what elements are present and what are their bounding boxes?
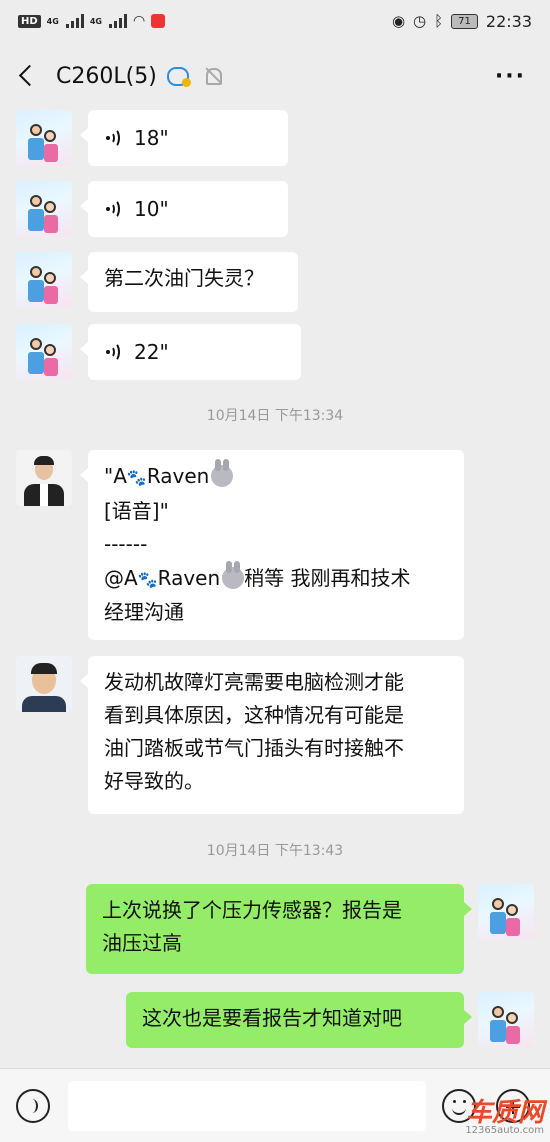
mention-prefix: @A [104,565,138,590]
status-right: ◉ ◷ ᛒ 71 22:33 [392,12,532,31]
text-message-sent[interactable]: 上次说换了个压力传感器？报告是 油压过高 [86,884,472,974]
watermark-main: 车质网 [465,1098,544,1128]
network-label-2: 4G [89,16,102,26]
message-line: 经理沟通 [104,600,184,624]
voice-message[interactable]: 10" [80,181,288,237]
message-line: 看到具体原因，这种情况有可能是 [104,703,404,727]
text-message-sent[interactable]: 这次也是要看报告才知道对吧 [126,992,472,1048]
message-line: [语音]" [104,498,169,523]
text-message[interactable]: "A🐾Raven [语音]" ------ @A🐾Raven 稍等 我刚再和技术 … [80,450,464,640]
message-text: 稍等 我刚再和技术 [244,565,411,590]
back-button[interactable] [12,61,42,91]
message-line: ------ [104,532,148,556]
message-line: 油压过高 [102,931,182,955]
chat-title: C260L(5) [56,63,157,89]
alarm-icon: ◷ [413,12,427,30]
voice-message[interactable]: 18" [80,110,288,166]
avatar[interactable] [16,450,72,506]
paw-emoji-icon: 🐾 [137,569,158,589]
rabbit-emoji-icon [222,560,245,589]
signal-icon [65,14,84,28]
message-line: 好导致的。 [104,769,204,793]
avatar[interactable] [478,884,534,940]
timestamp: 10月14日 下午13:34 [206,408,344,424]
voice-duration: 10" [134,196,169,221]
message-input[interactable] [68,1081,426,1131]
network-label-1: 4G [46,16,59,26]
eye-icon: ◉ [391,12,406,30]
message-line: 油门踏板或节气门插头有时接触不 [104,736,404,760]
input-bar: 车质网 12365auto.com [0,1068,550,1142]
message-line: "A🐾Raven [104,459,448,495]
voice-duration: 22" [134,339,169,364]
watermark-logo: 车质网 12365auto.com [465,1100,544,1136]
message-text: 第二次油门失灵？ [104,266,264,290]
avatar[interactable] [16,110,72,166]
paw-emoji-icon: 🐾 [126,468,147,487]
voice-wave-icon [104,128,124,148]
message-line: 发动机故障灯亮需要电脑检测才能 [104,670,404,694]
quote-name: Raven [146,464,210,488]
notification-app-icon [151,14,166,28]
more-options-button[interactable]: ··· [495,64,526,89]
timestamp: 10月14日 下午13:43 [206,843,344,859]
status-bar: HD 4G 4G ◠ ◉ ◷ ᛒ 71 22:33 [0,0,550,42]
status-left: HD 4G 4G ◠ [18,13,166,29]
voice-wave-icon [104,199,124,219]
hd-badge: HD [18,14,41,28]
clock: 22:33 [485,11,532,31]
mention-name: Raven [157,565,221,590]
rabbit-emoji-icon [211,459,234,487]
quote-prefix: "A [104,464,127,488]
group-chat-icon [165,65,191,87]
avatar[interactable] [16,324,72,380]
message-line: @A🐾Raven 稍等 我刚再和技术 [104,560,448,597]
message-line: 上次说换了个压力传感器？报告是 [102,898,402,922]
avatar[interactable] [16,252,72,308]
voice-wave-icon [104,342,124,362]
watermark-sub: 12365auto.com [465,1125,544,1136]
battery-icon: 71 [451,13,478,29]
avatar[interactable] [16,656,72,712]
voice-message[interactable]: 22" [80,324,301,380]
bluetooth-icon: ᛒ [434,12,444,30]
avatar[interactable] [478,992,534,1048]
mute-bell-icon [203,66,223,86]
voice-duration: 18" [134,125,169,150]
avatar[interactable] [16,181,72,237]
text-message[interactable]: 第二次油门失灵？ [80,252,298,312]
wifi-icon: ◠ [132,13,146,29]
voice-input-toggle-button[interactable] [16,1089,50,1123]
chat-header: C260L(5) ··· [0,42,550,110]
message-text: 这次也是要看报告才知道对吧 [142,1006,402,1030]
signal-icon-2 [108,14,127,28]
text-message[interactable]: 发动机故障灯亮需要电脑检测才能 看到具体原因，这种情况有可能是 油门踏板或节气门… [80,656,464,814]
